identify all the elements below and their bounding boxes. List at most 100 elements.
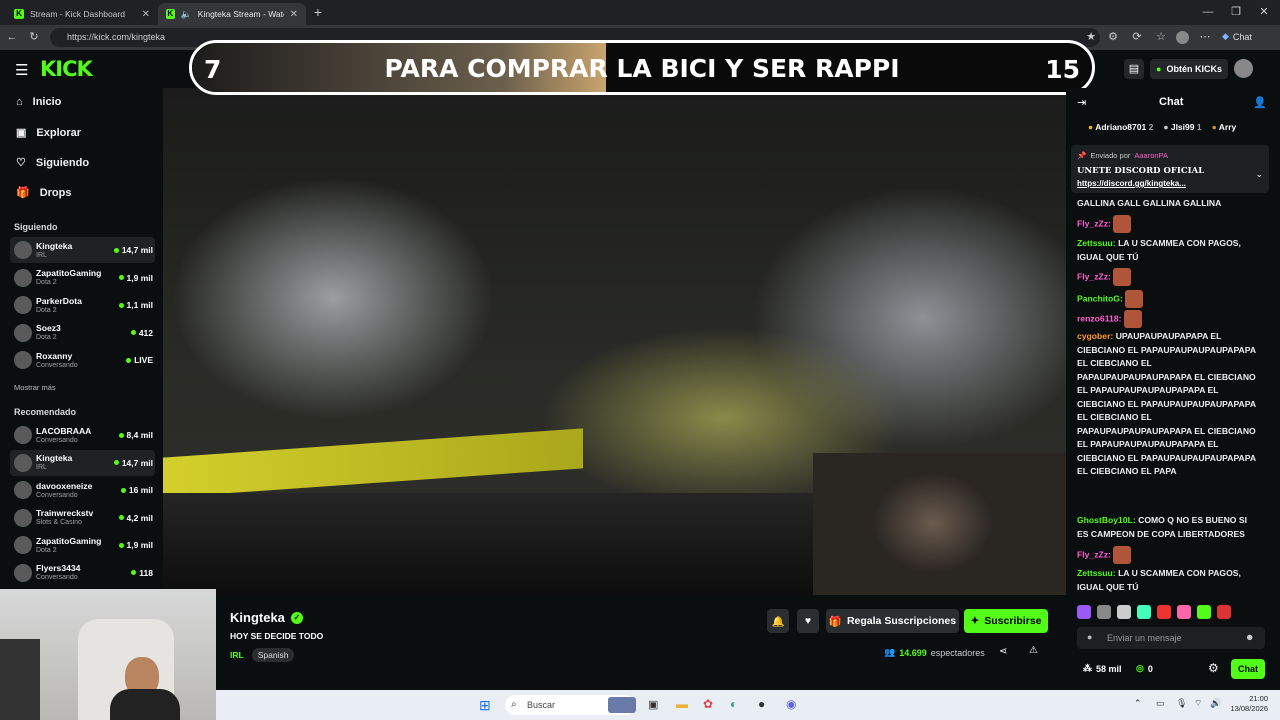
gift-subs-button[interactable]: 🎁 Regala Suscripciones xyxy=(826,609,959,633)
sidebar-channel[interactable]: LACOBRAAA Conversando 8,4 mil xyxy=(10,422,155,448)
close-tab-icon[interactable]: ✕ xyxy=(142,9,150,20)
kick-logo[interactable]: KICK xyxy=(40,57,93,81)
report-icon[interactable]: ⚠ xyxy=(1029,645,1038,656)
chat-message[interactable]: GALLINA GALL GALLINA GALLINA xyxy=(1077,197,1257,211)
chat-username[interactable]: PanchitoG: xyxy=(1077,293,1123,303)
chat-message[interactable]: renzo6118: xyxy=(1077,310,1257,328)
tray-chevron-icon[interactable]: ⌃ xyxy=(1134,698,1142,709)
minimize-icon[interactable]: — xyxy=(1198,0,1218,25)
sidebar-channel[interactable]: Soez3 Dota 2 412 xyxy=(10,320,155,346)
app-icon[interactable]: ✿ xyxy=(703,697,713,711)
notifications-button[interactable]: 🔔 xyxy=(767,609,789,633)
chat-message[interactable]: Zettssuu: LA U SCAMMEA CON PAGOS, IGUAL … xyxy=(1077,237,1257,264)
chat-username[interactable]: Zettssuu: xyxy=(1077,238,1116,248)
language-tag[interactable]: Spanish xyxy=(251,648,295,662)
user-avatar[interactable] xyxy=(1234,59,1253,78)
sidebar-channel[interactable]: Roxanny Conversando LIVE xyxy=(10,347,155,373)
emote-icon[interactable] xyxy=(1177,605,1191,619)
new-tab-icon[interactable]: + xyxy=(308,0,328,25)
send-chat-button[interactable]: Chat xyxy=(1231,659,1265,679)
show-more-link[interactable]: Mostrar más xyxy=(14,383,56,392)
task-view-icon[interactable]: ▣ xyxy=(648,698,658,711)
app-icon[interactable]: ● xyxy=(758,697,765,711)
more-icon[interactable]: ⋯ xyxy=(1198,25,1212,50)
menu-icon[interactable]: ☰ xyxy=(15,61,28,79)
chat-message[interactable]: Fly_zZz: xyxy=(1077,546,1257,564)
chevron-down-icon[interactable]: ⌄ xyxy=(1255,169,1263,180)
pinned-message[interactable]: 📌 Enviado por AaaronPA UNETE DISCORD OFI… xyxy=(1071,145,1269,193)
emote-icon[interactable] xyxy=(1117,605,1131,619)
follow-button[interactable]: ♥ xyxy=(797,609,819,633)
copilot-chat-button[interactable]: ◆ Chat xyxy=(1222,31,1252,42)
leaderboard-entry[interactable]: ● Arry xyxy=(1212,122,1237,132)
emoji-icon[interactable]: ☻ xyxy=(1245,632,1254,642)
tray-app-icon[interactable]: ▭ xyxy=(1156,698,1165,709)
translate-icon[interactable]: ⟳ xyxy=(1130,25,1144,50)
leaderboard-entry[interactable]: ● Adriano8701 2 xyxy=(1088,122,1153,132)
chat-username[interactable]: Fly_zZz: xyxy=(1077,549,1111,559)
chat-username[interactable]: GhostBoy10L: xyxy=(1077,515,1136,525)
sidebar-channel[interactable]: Trainwreckstv Slots & Casino 4,2 mil xyxy=(10,505,155,531)
sidebar-channel[interactable]: Kingteka IRL 14,7 mil xyxy=(10,237,155,263)
edge-icon[interactable]: ◐ xyxy=(730,697,737,711)
sidebar-channel[interactable]: davooxeneize Conversando 16 mil xyxy=(10,477,155,503)
close-window-icon[interactable]: ✕ xyxy=(1254,0,1274,25)
nav-following[interactable]: ♡ Siguiendo xyxy=(16,156,89,170)
chat-message[interactable]: Zettssuu: LA U SCAMMEA CON PAGOS, IGUAL … xyxy=(1077,567,1257,594)
get-kicks-button[interactable]: ● Obtén KICKs xyxy=(1150,59,1228,79)
browser-tab[interactable]: K Stream - Kick Dashboard ✕ xyxy=(6,3,158,25)
back-icon[interactable]: ← xyxy=(4,25,20,50)
emote-icon[interactable] xyxy=(1077,605,1091,619)
browser-tab-active[interactable]: K 🔈 Kingteka Stream - Watch Live ✕ xyxy=(158,3,306,25)
sidebar-channel[interactable]: ParkerDota Dota 2 1,1 mil xyxy=(10,292,155,318)
taskbar-clock[interactable]: 21:00 13/08/2026 xyxy=(1228,694,1268,714)
gear-icon[interactable]: ⚙ xyxy=(1208,661,1219,675)
wifi-icon[interactable]: ⌔ xyxy=(1194,698,1202,709)
chat-username[interactable]: cygober: xyxy=(1077,331,1113,341)
reload-icon[interactable]: ↻ xyxy=(26,25,42,50)
windows-start-icon[interactable]: ⊞ xyxy=(479,697,491,714)
volume-icon[interactable]: 🔊 xyxy=(1210,698,1221,709)
chat-message[interactable]: Fly_zZz: xyxy=(1077,215,1257,233)
chat-message[interactable]: GhostBoy10L: COMO Q NO ES BUENO SI ES CA… xyxy=(1077,514,1257,541)
sidebar-channel[interactable]: Kingteka IRL 14,7 mil xyxy=(10,449,155,476)
chat-username[interactable]: Fly_zZz: xyxy=(1077,271,1111,281)
chat-input[interactable]: Enviar un mensaje xyxy=(1077,627,1265,649)
channel-name[interactable]: Kingteka xyxy=(230,610,285,625)
sidebar-channel[interactable]: Flyers3434 Conversando 118 xyxy=(10,560,155,586)
sidebar-channel[interactable]: ZapatitoGaming Dota 2 1,9 mil xyxy=(10,532,155,558)
nav-drops[interactable]: 🎁 Drops xyxy=(16,186,71,200)
nav-browse[interactable]: ▣ Explorar xyxy=(16,126,81,140)
emote-icon[interactable] xyxy=(1137,605,1151,619)
chat-message[interactable]: cygober: UPAUPAUPAUPAPAPA EL CIEBCIANO E… xyxy=(1077,330,1257,479)
chat-username[interactable]: Fly_zZz: xyxy=(1077,218,1111,228)
sidebar-channel[interactable]: ZapatitoGaming Dota 2 1,9 mil xyxy=(10,265,155,291)
emote-icon[interactable] xyxy=(1097,605,1111,619)
chat-users-icon[interactable]: 👤 xyxy=(1253,96,1267,109)
collapse-chat-icon[interactable]: ⇥ xyxy=(1077,96,1086,109)
nav-home[interactable]: ⌂ Inicio xyxy=(16,96,61,108)
discord-icon[interactable]: ◉ xyxy=(786,697,796,711)
share-icon[interactable]: ⋖ xyxy=(999,646,1007,657)
extensions-icon[interactable]: ⚙ xyxy=(1106,25,1120,50)
close-tab-icon[interactable]: ✕ xyxy=(290,9,298,20)
emote-icon[interactable] xyxy=(1197,605,1211,619)
pinned-link[interactable]: https://discord.gg/kingteka... xyxy=(1077,179,1186,188)
maximize-icon[interactable]: ❐ xyxy=(1226,0,1246,25)
channel-points[interactable]: ⁂ 58 mil xyxy=(1083,663,1122,674)
profile-avatar[interactable] xyxy=(1176,31,1189,44)
subscribe-button[interactable]: ✦ Suscribirse xyxy=(964,609,1048,633)
kicks-balance[interactable]: ◎ 0 xyxy=(1136,663,1153,674)
microphone-icon[interactable]: 🎙 xyxy=(1176,698,1187,709)
file-explorer-icon[interactable]: ▬ xyxy=(676,697,688,711)
chat-message[interactable]: Fly_zZz: xyxy=(1077,268,1257,286)
chat-username[interactable]: Zettssuu: xyxy=(1077,568,1116,578)
video-player[interactable] xyxy=(163,88,1066,595)
chat-username[interactable]: renzo6118: xyxy=(1077,313,1121,323)
chat-message[interactable]: PanchitoG: xyxy=(1077,290,1257,308)
library-icon[interactable]: ▤ xyxy=(1124,59,1144,79)
category-link[interactable]: IRL xyxy=(230,650,244,660)
leaderboard-entry[interactable]: ● Jlsi99 1 xyxy=(1163,122,1201,132)
emote-icon[interactable] xyxy=(1157,605,1171,619)
favorites-icon[interactable]: ☆ xyxy=(1154,25,1168,50)
